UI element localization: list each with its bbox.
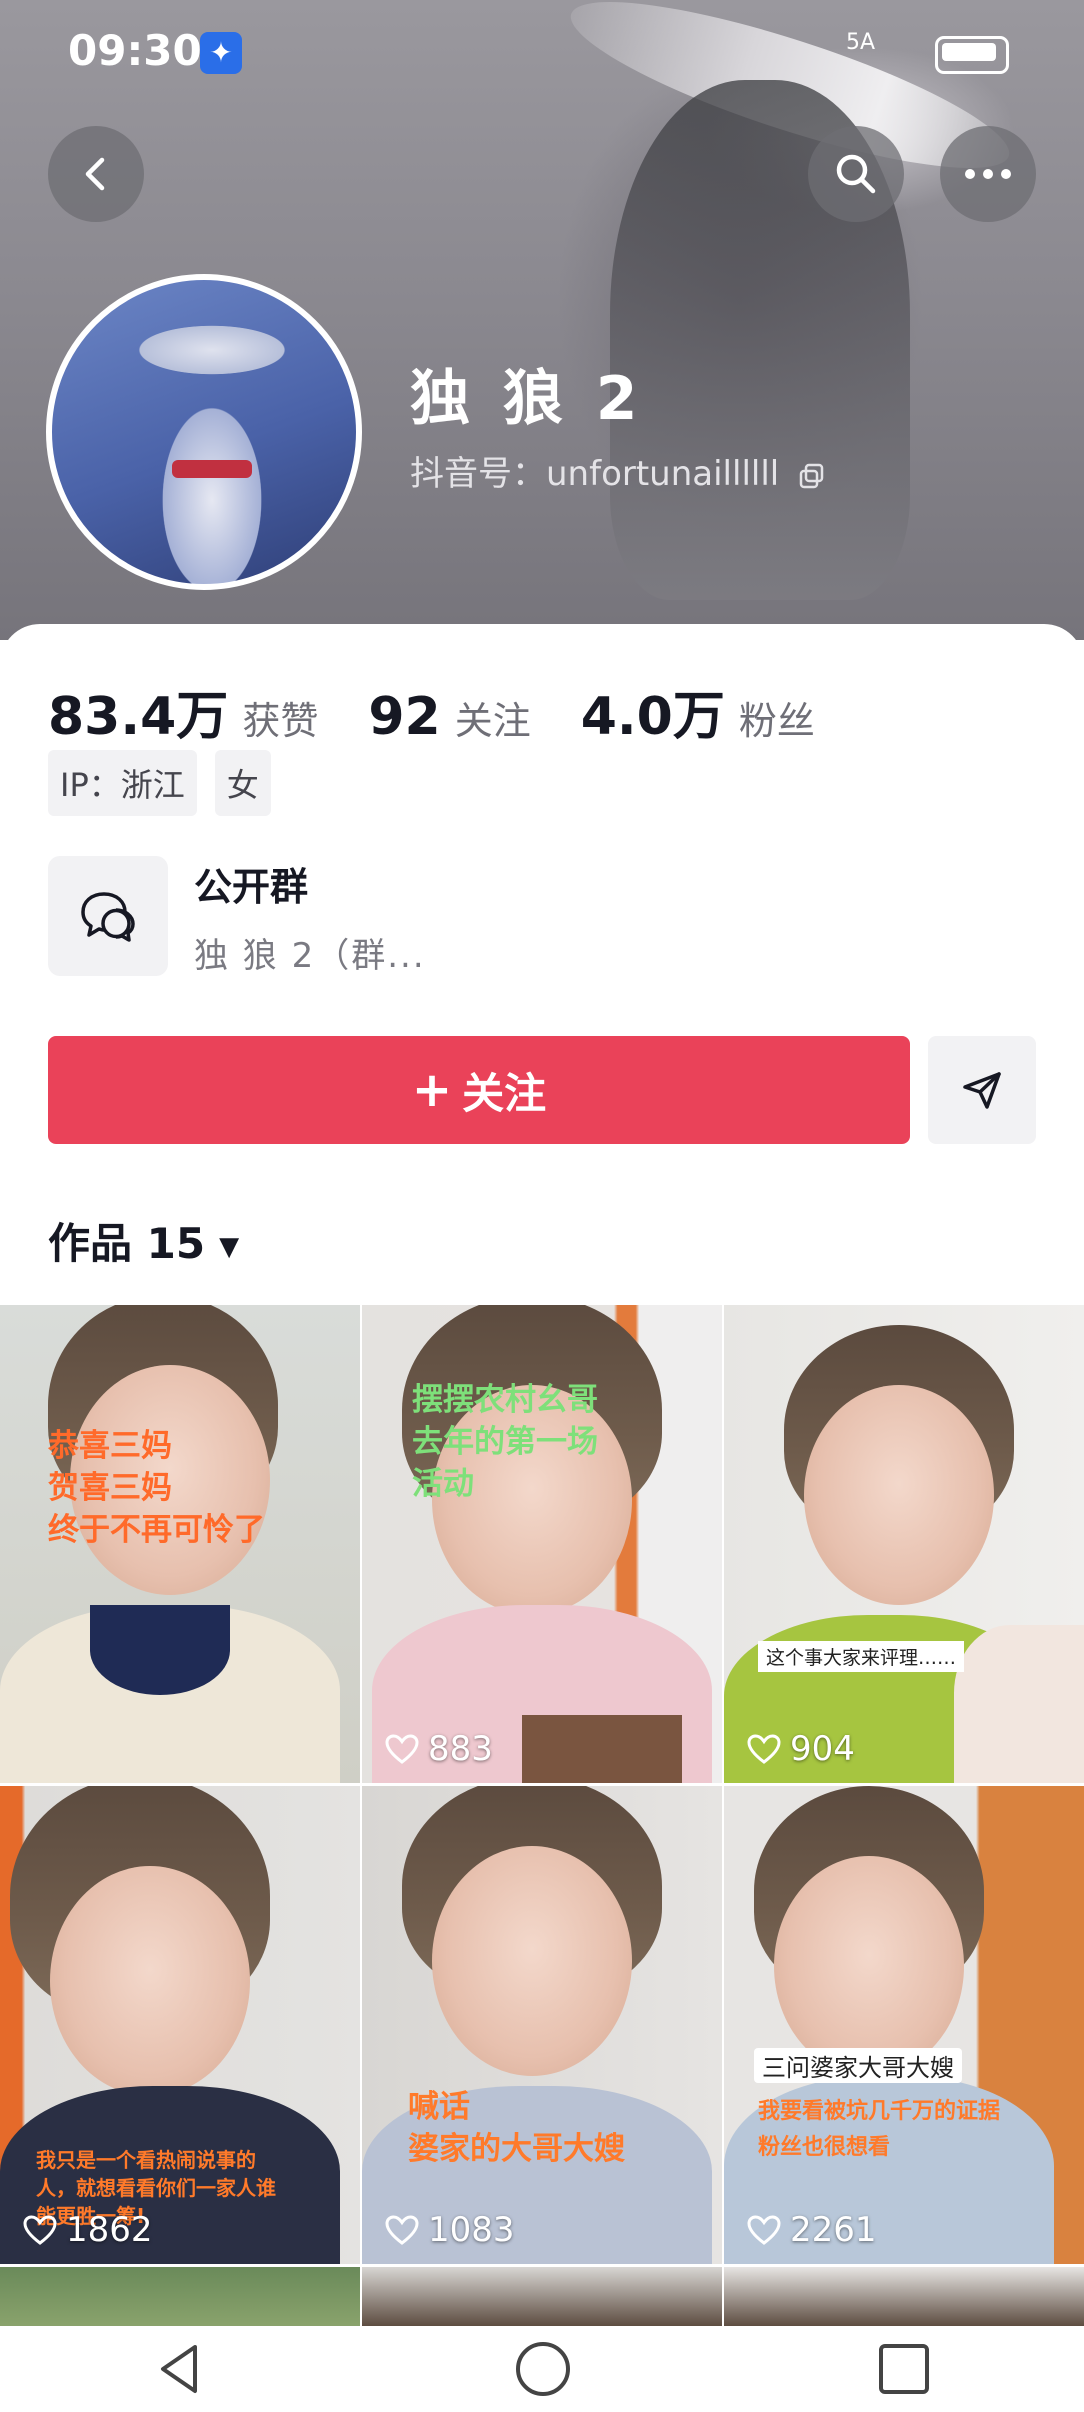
send-icon bbox=[963, 1072, 1001, 1109]
video-thumbnail[interactable]: 喊话 婆家的大哥大嫂 1083 bbox=[362, 1786, 722, 2264]
video-likes-count: 883 bbox=[428, 1729, 493, 1769]
stat-value: 4.0万 bbox=[580, 687, 725, 747]
video-thumbnail[interactable]: 摆摆农村幺哥 去年的第一场 活动 883 bbox=[362, 1305, 722, 1783]
heart-icon bbox=[385, 2215, 419, 2245]
video-thumbnail[interactable] bbox=[362, 2267, 722, 2327]
video-caption-secondary: 我要看被坑几千万的证据 粉丝也很想看 bbox=[758, 2099, 1001, 2160]
video-likes: 883 bbox=[384, 1729, 493, 1769]
search-button[interactable] bbox=[808, 126, 904, 222]
more-icon bbox=[965, 169, 1011, 179]
stats-row: 83.4万 获赞 92 关注 4.0万 粉丝 bbox=[48, 674, 865, 749]
douyin-id: 抖音号：unfortunaillllll bbox=[410, 454, 780, 494]
tag-ip-location: IP：浙江 bbox=[48, 750, 197, 816]
stat-label: 获赞 bbox=[242, 699, 319, 743]
video-likes-count: 1862 bbox=[66, 2210, 153, 2250]
group-title[interactable]: 公开群 bbox=[194, 856, 308, 911]
tag-gender: 女 bbox=[214, 750, 271, 816]
stat-label: 粉丝 bbox=[738, 699, 815, 743]
plus-icon: + bbox=[411, 1062, 453, 1118]
back-button[interactable] bbox=[48, 126, 144, 222]
follow-button-label: 关注 bbox=[462, 1068, 547, 1118]
thumb-face bbox=[774, 1856, 964, 2076]
heart-icon bbox=[23, 2215, 57, 2245]
avatar[interactable] bbox=[46, 274, 362, 590]
nickname: 独 狼 2 bbox=[410, 364, 644, 434]
group-subtitle[interactable]: 独 狼 2（群... bbox=[194, 928, 426, 977]
follow-button[interactable]: + 关注 bbox=[48, 1036, 910, 1144]
thumb-arm bbox=[954, 1625, 1084, 1783]
stat-following[interactable]: 92 关注 bbox=[368, 687, 530, 747]
video-likes-count: 904 bbox=[790, 1729, 855, 1769]
share-button[interactable] bbox=[928, 1036, 1036, 1144]
video-caption-box: 三问婆家大哥大嫂 bbox=[754, 2048, 962, 2083]
video-caption: 喊话 婆家的大哥大嫂 bbox=[408, 2089, 625, 2167]
thumb-face bbox=[432, 1846, 632, 2076]
video-caption: 三问婆家大哥大嫂 bbox=[762, 2054, 954, 2082]
chat-bubbles-icon bbox=[81, 892, 135, 942]
video-thumbnail[interactable]: 恭喜三妈 贺喜三妈 终于不再可怜了 bbox=[0, 1305, 360, 1783]
heart-icon bbox=[747, 1734, 781, 1764]
network-indicator: 5A bbox=[846, 30, 876, 55]
thumb-face bbox=[50, 1866, 250, 2096]
thumb-inset bbox=[522, 1715, 682, 1783]
status-bar: 09:30 ✦ 5A bbox=[0, 0, 1084, 100]
thumb-collar bbox=[90, 1605, 230, 1695]
battery-icon bbox=[935, 36, 1009, 74]
video-thumbnail[interactable] bbox=[0, 2267, 360, 2327]
copy-icon[interactable] bbox=[798, 462, 826, 490]
heart-icon bbox=[385, 1734, 419, 1764]
video-likes-count: 2261 bbox=[790, 2210, 877, 2250]
stat-value: 83.4万 bbox=[48, 687, 229, 747]
video-thumbnail[interactable]: 三问婆家大哥大嫂 我要看被坑几千万的证据 粉丝也很想看 2261 bbox=[724, 1786, 1084, 2264]
stat-likes[interactable]: 83.4万 获赞 bbox=[48, 674, 318, 749]
notification-bulb-icon: ✦ bbox=[200, 32, 242, 74]
video-likes: 1083 bbox=[384, 2210, 515, 2250]
nav-recents-icon[interactable] bbox=[877, 2342, 931, 2396]
works-tab-label: 作品 15 bbox=[48, 1219, 206, 1268]
heart-icon bbox=[747, 2215, 781, 2245]
avatar-sash bbox=[172, 460, 252, 478]
video-likes: 1862 bbox=[22, 2210, 153, 2250]
stat-label: 关注 bbox=[454, 699, 531, 743]
group-entry-icon-box[interactable] bbox=[48, 856, 168, 976]
video-grid: 恭喜三妈 贺喜三妈 终于不再可怜了 摆摆农村幺哥 去年的第一场 活动 883 这… bbox=[0, 1305, 1084, 2327]
caret-down-icon: ▼ bbox=[219, 1231, 240, 1262]
thumb-face bbox=[804, 1385, 994, 1605]
douyin-id-row[interactable]: 抖音号：unfortunaillllll bbox=[410, 446, 826, 495]
video-caption: 摆摆农村幺哥 去年的第一场 活动 bbox=[412, 1382, 598, 1502]
nav-back-icon[interactable] bbox=[153, 2341, 209, 2397]
stat-followers[interactable]: 4.0万 粉丝 bbox=[581, 674, 815, 749]
status-time: 09:30 bbox=[68, 26, 202, 75]
works-tab[interactable]: 作品 15 ▼ bbox=[48, 1210, 239, 1271]
video-thumbnail[interactable]: 我只是一个看热闹说事的人，就想看看你们一家人谁能更胜一筹! 1862 bbox=[0, 1786, 360, 2264]
video-caption: 这个事大家来评理…… bbox=[766, 1647, 957, 1669]
video-thumbnail[interactable] bbox=[724, 2267, 1084, 2327]
profile-tags: IP：浙江 女 bbox=[48, 750, 289, 816]
video-caption-box: 这个事大家来评理…… bbox=[758, 1641, 965, 1672]
search-icon bbox=[836, 154, 876, 194]
system-nav-bar bbox=[0, 2326, 1084, 2412]
video-likes-count: 1083 bbox=[428, 2210, 515, 2250]
video-caption: 恭喜三妈 贺喜三妈 终于不再可怜了 bbox=[48, 1428, 265, 1548]
chevron-left-icon bbox=[85, 157, 105, 191]
stat-value: 92 bbox=[368, 687, 441, 747]
video-likes: 904 bbox=[746, 1729, 855, 1769]
video-thumbnail[interactable]: 这个事大家来评理…… 904 bbox=[724, 1305, 1084, 1783]
more-button[interactable] bbox=[940, 126, 1036, 222]
nav-home-icon[interactable] bbox=[514, 2340, 572, 2398]
video-likes: 2261 bbox=[746, 2210, 877, 2250]
